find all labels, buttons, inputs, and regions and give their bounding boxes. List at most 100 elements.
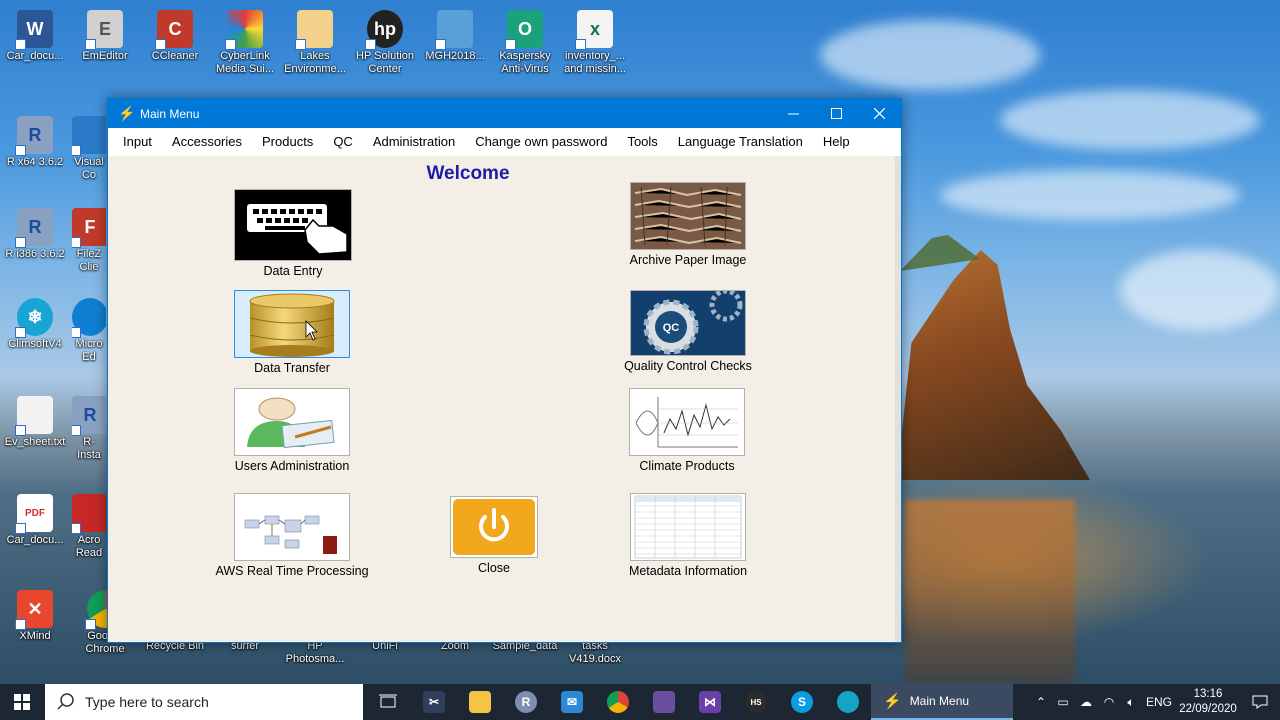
active-app-label: Main Menu bbox=[909, 694, 970, 708]
minimize-button[interactable] bbox=[772, 99, 815, 128]
kaspersky-icon: O bbox=[505, 10, 543, 50]
tile-data-entry[interactable]: Data Entry bbox=[213, 189, 373, 278]
tile-close-label: Close bbox=[478, 561, 510, 575]
taskbar-app-skype[interactable]: S bbox=[779, 684, 825, 720]
desktop-icon-hp-solution[interactable]: hp HP Solution Center bbox=[352, 10, 418, 76]
r-icon: R bbox=[15, 208, 53, 248]
taskbar-app-file-explorer[interactable] bbox=[457, 684, 503, 720]
menu-qc[interactable]: QC bbox=[323, 128, 363, 156]
device-icon[interactable]: ▭ bbox=[1052, 684, 1074, 720]
users-admin-icon[interactable] bbox=[234, 388, 350, 456]
desktop-icon-r-i386[interactable]: R R i386 3.6.2 bbox=[2, 208, 68, 261]
climate-chart-icon[interactable] bbox=[629, 388, 745, 456]
menu-products[interactable]: Products bbox=[252, 128, 323, 156]
tile-archive-paper-image[interactable]: Archive Paper Image bbox=[608, 182, 768, 267]
menu-administration[interactable]: Administration bbox=[363, 128, 465, 156]
menu-accessories[interactable]: Accessories bbox=[162, 128, 252, 156]
snowflake-icon: ❄ bbox=[15, 298, 53, 338]
power-icon[interactable] bbox=[450, 496, 538, 558]
chrome-icon bbox=[607, 691, 629, 713]
desktop-icon-hp-photosmart[interactable]: HP Photosma... bbox=[282, 640, 348, 666]
notification-icon[interactable] bbox=[1240, 684, 1280, 720]
wifi-icon[interactable]: ◠ bbox=[1098, 684, 1120, 720]
keyboard-icon[interactable] bbox=[234, 189, 352, 261]
desktop-icon-lakes[interactable]: Lakes Environme... bbox=[282, 10, 348, 76]
menu-bar: Input Accessories Products QC Administra… bbox=[108, 128, 901, 156]
tile-users-administration[interactable]: Users Administration bbox=[212, 388, 372, 473]
tile-data-transfer[interactable]: Data Transfer bbox=[212, 290, 372, 375]
xmind-icon: ✕ bbox=[15, 590, 53, 630]
control-panel-icon bbox=[653, 691, 675, 713]
taskbar-app-visual-studio[interactable]: ⋈ bbox=[687, 684, 733, 720]
qc-gear-icon[interactable]: QC bbox=[630, 290, 746, 356]
lightning-icon: ⚡ bbox=[883, 693, 902, 710]
taskbar-app-control[interactable] bbox=[641, 684, 687, 720]
desktop-icon-ccleaner[interactable]: C CCleaner bbox=[142, 10, 208, 63]
menu-language-translation[interactable]: Language Translation bbox=[668, 128, 813, 156]
search-placeholder: Type here to search bbox=[85, 694, 209, 710]
desktop-icon-ev-sheet[interactable]: Ev_sheet.txt bbox=[2, 396, 68, 449]
metadata-table-icon[interactable] bbox=[630, 493, 746, 561]
desktop-icon-inventory-excel[interactable]: x inventory_... and missin... bbox=[562, 10, 628, 76]
language-indicator[interactable]: ENG bbox=[1142, 684, 1176, 720]
tile-close[interactable]: Close bbox=[444, 496, 544, 575]
window-title: Main Menu bbox=[140, 106, 200, 121]
taskbar-app-snipping[interactable]: ✂ bbox=[411, 684, 457, 720]
tile-archive-label: Archive Paper Image bbox=[629, 253, 747, 267]
taskbar-app-chrome[interactable] bbox=[595, 684, 641, 720]
ccleaner-icon: C bbox=[155, 10, 193, 50]
taskbar-app-hs[interactable]: HS bbox=[733, 684, 779, 720]
system-tray: ⌃ ▭ ☁ ◠ 🔈︎ ENG 13:16 22/09/2020 bbox=[1030, 684, 1280, 720]
taskbar-app-edge[interactable] bbox=[825, 684, 871, 720]
tile-climate-products[interactable]: Climate Products bbox=[607, 388, 767, 473]
desktop-icon-emeditor[interactable]: E EmEditor bbox=[72, 10, 138, 63]
tile-quality-control-checks[interactable]: QC Quality Control Checks bbox=[608, 290, 768, 373]
chevron-up-icon[interactable]: ⌃ bbox=[1030, 684, 1052, 720]
clock-date: 22/09/2020 bbox=[1179, 703, 1237, 715]
archive-papers-icon[interactable] bbox=[630, 182, 746, 250]
tile-metadata-information[interactable]: Metadata Information bbox=[608, 493, 768, 578]
desktop-icon-filezilla[interactable]: F FileZ Clie bbox=[72, 208, 106, 274]
task-view-button[interactable] bbox=[365, 684, 411, 720]
tile-metadata-label: Metadata Information bbox=[628, 564, 748, 578]
menu-change-own-password[interactable]: Change own password bbox=[465, 128, 617, 156]
tile-aws-real-time-processing[interactable]: AWS Real Time Processing bbox=[208, 493, 376, 578]
desktop-icon-r-x64[interactable]: R R x64 3.6.2 bbox=[2, 116, 68, 169]
menu-tools[interactable]: Tools bbox=[617, 128, 667, 156]
desktop-icon-visual-c[interactable]: Visual Co bbox=[72, 116, 106, 182]
mail-icon: ✉ bbox=[561, 691, 583, 713]
start-button[interactable] bbox=[0, 684, 44, 720]
aws-diagram-icon[interactable] bbox=[234, 493, 350, 561]
hs-icon: HS bbox=[745, 691, 767, 713]
close-window-button[interactable] bbox=[858, 99, 901, 128]
desktop-icon-tasks-docx[interactable]: tasks V419.docx bbox=[562, 640, 628, 666]
desktop-icon-kaspersky[interactable]: O Kaspersky Anti-Virus bbox=[492, 10, 558, 76]
desktop-icon-r-install[interactable]: R R-Insta bbox=[72, 396, 106, 462]
r-icon: R bbox=[515, 691, 537, 713]
volume-icon[interactable]: 🔈︎ bbox=[1120, 684, 1142, 720]
maximize-button[interactable] bbox=[815, 99, 858, 128]
clock[interactable]: 13:16 22/09/2020 bbox=[1176, 687, 1240, 717]
desktop-icon-car-doc-pdf[interactable]: PDF Car_docu... bbox=[2, 494, 68, 547]
taskbar-search[interactable]: Type here to search bbox=[45, 684, 363, 720]
taskbar-app-mail[interactable]: ✉ bbox=[549, 684, 595, 720]
tile-aws-label: AWS Real Time Processing bbox=[215, 564, 369, 578]
desktop-icon-acrobat[interactable]: Acro Read bbox=[72, 494, 106, 560]
excel-icon: x bbox=[575, 10, 613, 50]
desktop-icon-xmind[interactable]: ✕ XMind bbox=[2, 590, 68, 643]
desktop-icon-climsoft[interactable]: ❄ ClimsoftV4 bbox=[2, 298, 68, 351]
menu-input[interactable]: Input bbox=[113, 128, 162, 156]
taskbar-app-r[interactable]: R bbox=[503, 684, 549, 720]
qc-badge-text: QC bbox=[663, 322, 680, 334]
desktop-icon-cyberlink[interactable]: CyberLink Media Sui... bbox=[212, 10, 278, 76]
title-bar[interactable]: ⚡ Main Menu bbox=[108, 99, 901, 128]
cloud-icon[interactable]: ☁ bbox=[1074, 684, 1098, 720]
taskbar-app-main-menu[interactable]: ⚡ Main Menu bbox=[871, 684, 1013, 720]
menu-help[interactable]: Help bbox=[813, 128, 860, 156]
folder-icon bbox=[295, 10, 333, 50]
desktop-icon-car-doc-word[interactable]: W Car_docu... bbox=[2, 10, 68, 63]
desktop-icon-mgh2018[interactable]: MGH2018... bbox=[422, 10, 488, 63]
database-icon[interactable] bbox=[234, 290, 350, 358]
desktop-icon-microsoft-edge[interactable]: Micro Ed bbox=[72, 298, 106, 364]
installer-icon bbox=[435, 10, 473, 50]
